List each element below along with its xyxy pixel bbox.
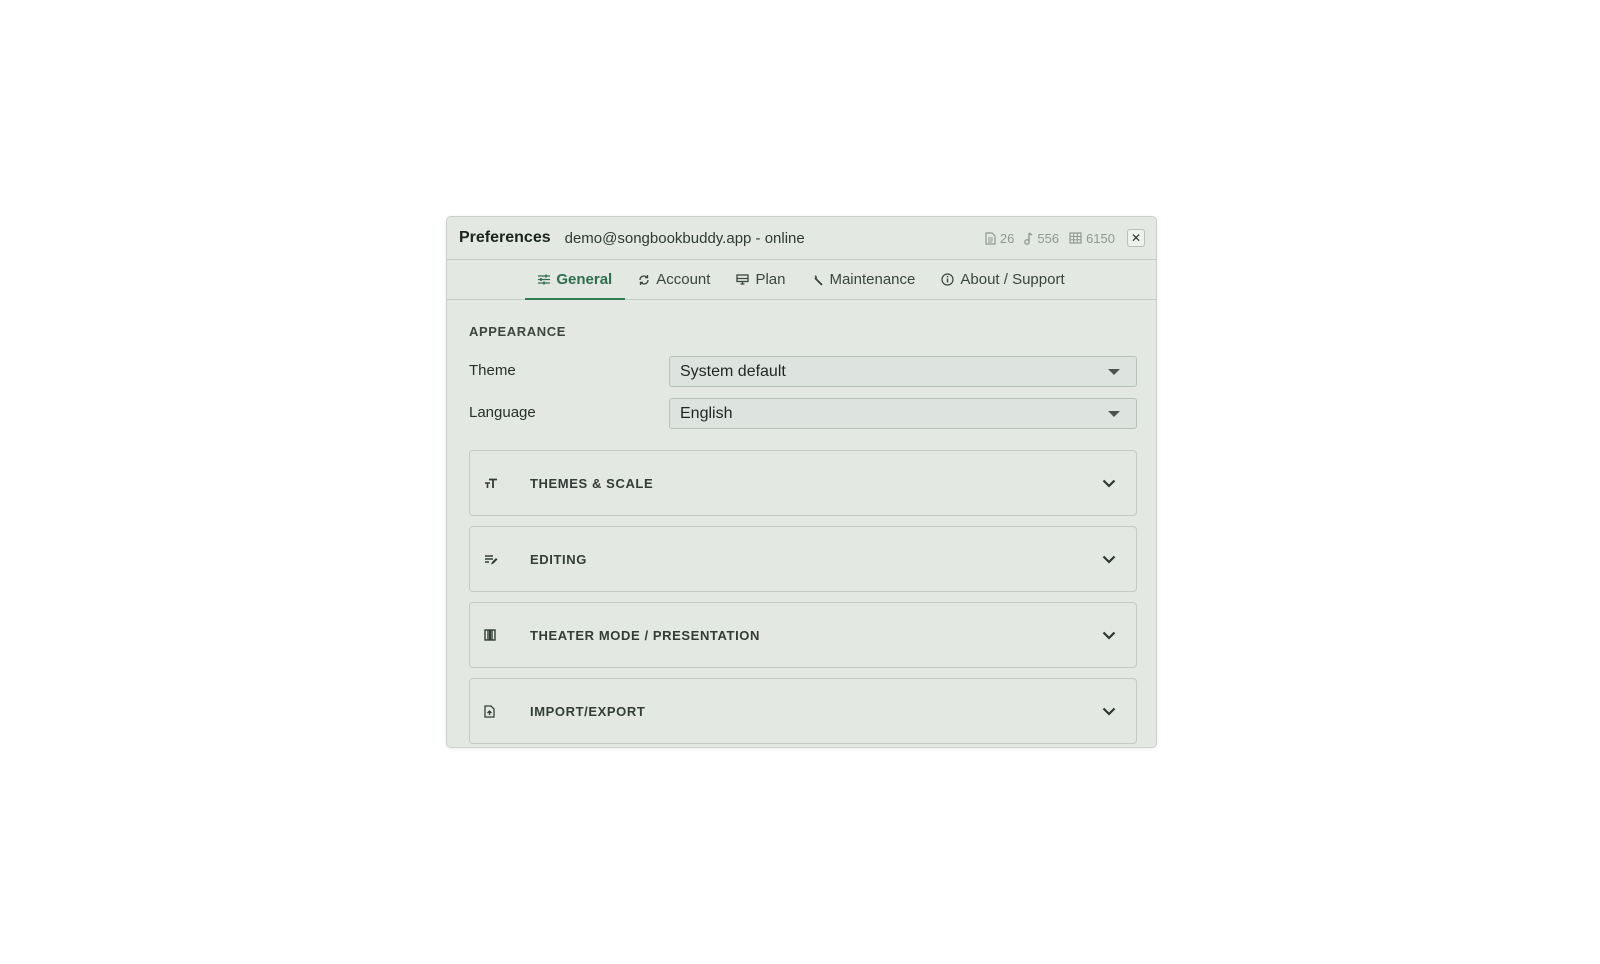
document-icon	[985, 231, 996, 245]
panel-editing-title: EDITING	[530, 551, 587, 567]
tab-plan[interactable]: Plan	[723, 260, 798, 299]
panel-themes-scale-title: THEMES & SCALE	[530, 475, 654, 491]
stat-songs: 556	[1024, 231, 1059, 246]
stat-entries-value: 6150	[1086, 230, 1115, 246]
close-button[interactable]: ✕	[1127, 229, 1145, 247]
stat-entries: 6150	[1069, 231, 1115, 246]
sync-icon	[639, 274, 649, 285]
tab-general-label: General	[556, 271, 613, 288]
edit-lines-icon	[484, 554, 500, 565]
text-size-icon	[484, 478, 500, 489]
music-note-icon	[1024, 231, 1033, 245]
table-icon	[1069, 232, 1082, 244]
tab-maintenance-label: Maintenance	[829, 271, 916, 288]
chevron-down-icon	[1102, 555, 1116, 564]
tab-account-label: Account	[656, 271, 711, 288]
stat-documents-value: 26	[999, 230, 1015, 246]
language-label: Language	[469, 404, 536, 421]
language-select[interactable]: English	[669, 398, 1137, 429]
panel-theater-mode-title: THEATER MODE / PRESENTATION	[530, 627, 760, 643]
panel-themes-scale[interactable]: THEMES & SCALE	[469, 450, 1137, 516]
appearance-section-title: APPEARANCE	[469, 324, 567, 339]
dialog-header: Preferences demo@songbookbuddy.app - onl…	[447, 217, 1156, 260]
dialog-title: Preferences	[459, 229, 551, 246]
language-select-value: English	[680, 404, 733, 422]
tab-about-support[interactable]: About / Support	[928, 260, 1077, 299]
chevron-down-icon	[1102, 707, 1116, 716]
tab-general[interactable]: General	[525, 260, 626, 300]
chevron-down-icon	[1102, 631, 1116, 640]
dropdown-caret-icon	[1108, 411, 1120, 417]
monitor-icon	[736, 274, 750, 285]
sliders-icon	[538, 274, 551, 285]
panel-import-export[interactable]: IMPORT/EXPORT	[469, 678, 1137, 744]
panel-theater-mode[interactable]: THEATER MODE / PRESENTATION	[469, 602, 1137, 668]
tab-bar: General Account Plan Maintenance About /…	[447, 260, 1156, 300]
file-import-icon	[484, 704, 500, 718]
wrench-icon	[813, 274, 824, 286]
chevron-down-icon	[1102, 479, 1116, 488]
preferences-dialog: Preferences demo@songbookbuddy.app - onl…	[446, 216, 1157, 748]
dropdown-caret-icon	[1108, 369, 1120, 375]
stats-bar: 26 556 6150	[975, 231, 1115, 246]
stat-documents: 26	[985, 231, 1014, 246]
theater-icon	[484, 629, 500, 641]
tab-plan-label: Plan	[755, 271, 786, 288]
info-icon	[941, 273, 954, 286]
stat-songs-value: 556	[1037, 230, 1060, 246]
account-status: demo@songbookbuddy.app - online	[564, 229, 805, 247]
tab-account[interactable]: Account	[625, 260, 723, 299]
theme-select[interactable]: System default	[669, 356, 1137, 387]
theme-select-value: System default	[680, 362, 786, 380]
panel-import-export-title: IMPORT/EXPORT	[530, 703, 646, 719]
tab-about-support-label: About / Support	[960, 271, 1065, 288]
panel-editing[interactable]: EDITING	[469, 526, 1137, 592]
close-icon: ✕	[1130, 231, 1142, 245]
general-settings: APPEARANCE Theme System default Language…	[469, 300, 1137, 747]
tab-maintenance[interactable]: Maintenance	[798, 260, 928, 299]
theme-label: Theme	[469, 362, 516, 379]
